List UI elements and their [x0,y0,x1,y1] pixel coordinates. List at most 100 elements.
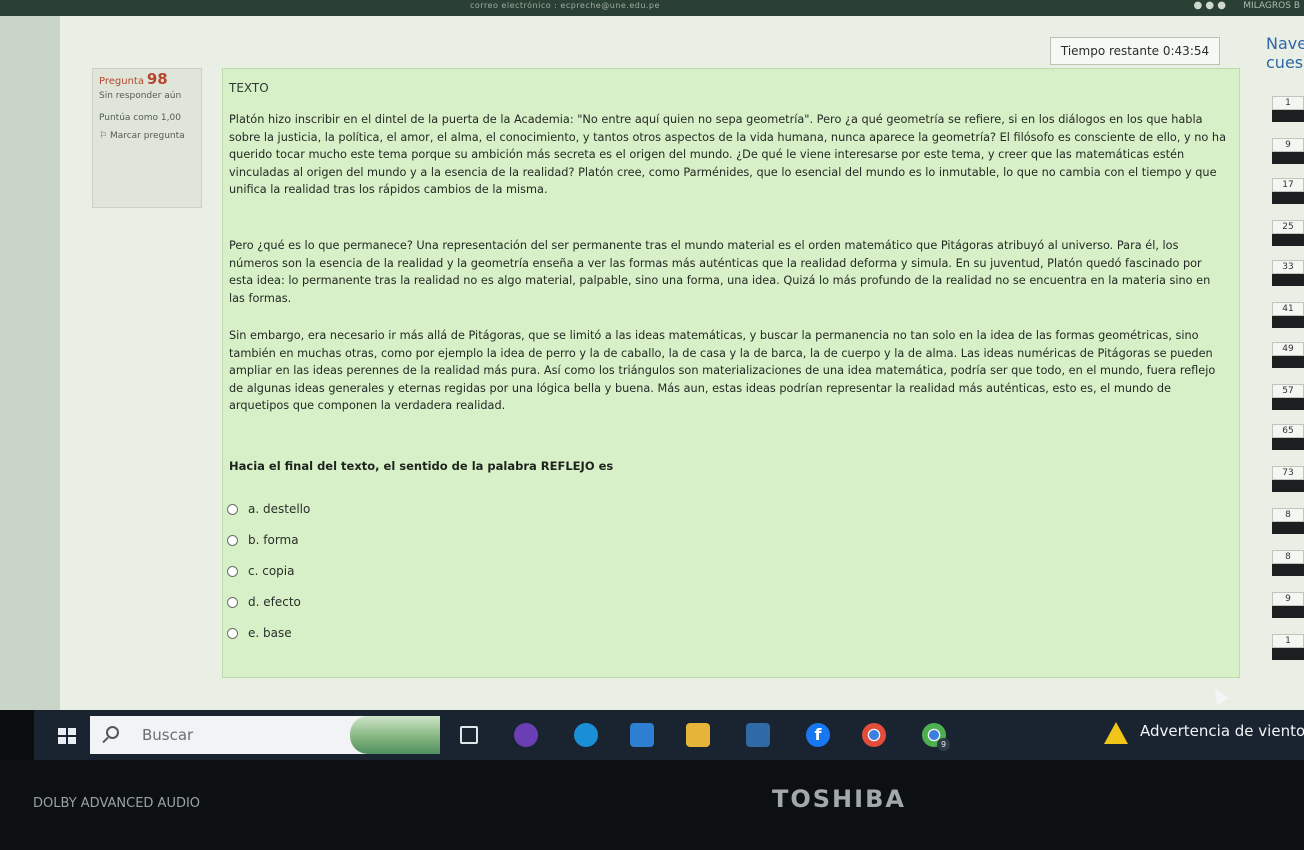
nav-number: 33 [1272,260,1304,274]
question-status: Sin responder aún [99,91,182,101]
nav-number: 1 [1272,96,1304,110]
chrome-profile-icon[interactable]: 9 [922,723,950,751]
search-highlight-image [350,716,440,754]
option-e[interactable]: e. base [227,623,527,643]
text-paragraph-1: Platón hizo inscribir en el dintel de la… [229,113,1226,196]
question-label: Pregunta [99,76,144,87]
nav-answered-bar [1272,110,1304,122]
question-content-panel: TEXTO Platón hizo inscribir en el dintel… [222,68,1240,678]
nav-number: 8 [1272,508,1304,522]
task-view-icon[interactable] [460,726,478,744]
search-icon [106,726,119,739]
nav-answered-bar [1272,316,1304,328]
nav-title-line-1: Nave [1266,34,1304,53]
browser-url-text: correo electrónico : ecpreche@une.edu.pe [470,1,660,10]
question-info-box: Pregunta 98 Sin responder aún Puntúa com… [92,68,202,208]
weather-warning-icon[interactable] [1104,722,1128,744]
nav-answered-bar [1272,356,1304,368]
nav-question-41[interactable]: 41 [1267,302,1304,338]
nav-question-1[interactable]: 1 [1267,96,1304,132]
text-paragraph-3: Sin embargo, era necesario ir más allá d… [229,329,1216,412]
app-icon[interactable] [746,723,770,747]
nav-question-97[interactable]: 9 [1267,592,1304,628]
nav-number: 17 [1272,178,1304,192]
weather-alert-text[interactable]: Advertencia de viento [1140,722,1304,740]
option-d[interactable]: d. efecto [227,592,527,612]
nav-answered-bar [1272,564,1304,576]
nav-question-49[interactable]: 49 [1267,342,1304,378]
nav-question-81[interactable]: 8 [1267,508,1304,544]
question-prompt: Hacia el final del texto, el sentido de … [229,459,614,473]
windows-taskbar: Buscar f 9 Advertencia de viento [34,710,1304,760]
left-edge-background [0,16,60,710]
edge-browser-icon[interactable] [574,723,598,747]
nav-number: 25 [1272,220,1304,234]
nav-answered-bar [1272,192,1304,204]
option-d-label: d. efecto [248,595,301,609]
flag-question-link[interactable]: ⚐ Marcar pregunta [99,130,195,142]
nav-question-105[interactable]: 1 [1267,634,1304,670]
search-placeholder: Buscar [142,726,194,744]
option-e-label: e. base [248,626,292,640]
nav-title-line-2: cues [1266,53,1304,72]
option-c-label: c. copia [248,564,295,578]
toshiba-logo: TOSHIBA [772,785,906,813]
option-a[interactable]: a. destello [227,499,527,519]
nav-number: 49 [1272,342,1304,356]
radio-b[interactable] [227,534,238,546]
nav-question-25[interactable]: 25 [1267,220,1304,256]
windows-start-icon[interactable] [58,728,76,744]
option-a-label: a. destello [248,502,311,516]
nav-question-65[interactable]: 65 [1267,424,1304,460]
time-remaining-box: Tiempo restante 0:43:54 [1050,37,1220,65]
text-paragraph-2: Pero ¿qué es lo que permanece? Una repre… [229,239,1211,305]
nav-number: 9 [1272,592,1304,606]
quiz-navigation-title: Nave cues [1266,34,1304,72]
nav-answered-bar [1272,648,1304,660]
nav-number: 1 [1272,634,1304,648]
nav-number: 65 [1272,424,1304,438]
radio-e[interactable] [227,627,238,639]
facebook-icon[interactable]: f [806,723,830,747]
radio-a[interactable] [227,503,238,515]
nav-question-89[interactable]: 8 [1267,550,1304,586]
radio-d[interactable] [227,596,238,608]
taskbar-search-box[interactable]: Buscar [90,716,440,754]
chrome-icon[interactable] [862,723,886,747]
option-b[interactable]: b. forma [227,530,527,550]
onenote-app-icon[interactable] [514,723,538,747]
nav-number: 9 [1272,138,1304,152]
nav-answered-bar [1272,398,1304,410]
option-b-label: b. forma [248,533,299,547]
microsoft-store-icon[interactable] [630,723,654,747]
nav-number: 41 [1272,302,1304,316]
radio-c[interactable] [227,565,238,577]
nav-number: 57 [1272,384,1304,398]
nav-answered-bar [1272,152,1304,164]
nav-number: 8 [1272,550,1304,564]
nav-answered-bar [1272,522,1304,534]
dolby-audio-label: DOLBY ADVANCED AUDIO [33,796,201,811]
browser-top-bar: correo electrónico : ecpreche@une.edu.pe… [0,0,1304,16]
nav-question-33[interactable]: 33 [1267,260,1304,296]
more-dots-icon[interactable]: ● ● ● [1193,0,1226,11]
nav-question-17[interactable]: 17 [1267,178,1304,214]
nav-answered-bar [1272,480,1304,492]
nav-answered-bar [1272,606,1304,618]
text-heading: TEXTO [229,81,269,95]
nav-answered-bar [1272,438,1304,450]
question-score: Puntúa como 1,00 [99,113,181,123]
question-number: 98 [146,70,168,88]
nav-answered-bar [1272,274,1304,286]
nav-question-73[interactable]: 73 [1267,466,1304,502]
option-c[interactable]: c. copia [227,561,527,581]
flag-question-label: Marcar pregunta [109,131,185,141]
nav-question-57[interactable]: 57 [1267,384,1304,420]
flag-icon: ⚐ [99,131,110,141]
nav-question-9[interactable]: 9 [1267,138,1304,174]
nav-number: 73 [1272,466,1304,480]
browser-user-name: MILAGROS B [1243,1,1300,11]
chrome-badge: 9 [937,738,950,751]
file-explorer-icon[interactable] [686,723,710,747]
nav-answered-bar [1272,234,1304,246]
